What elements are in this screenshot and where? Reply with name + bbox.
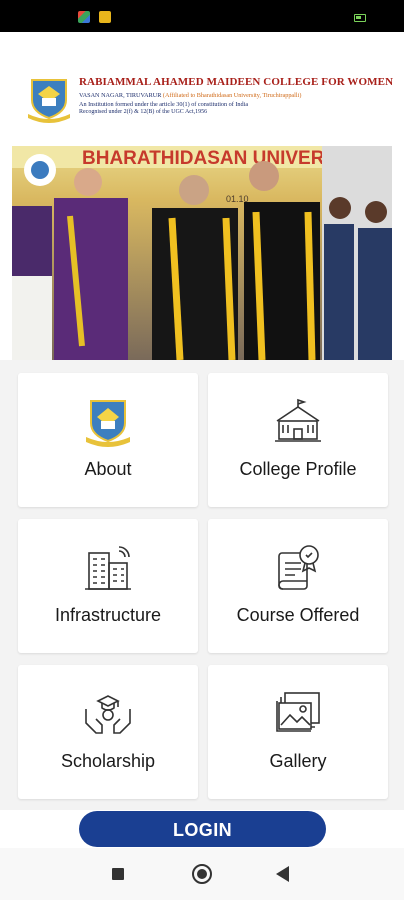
app-notification-icon-2 xyxy=(99,11,111,23)
system-nav-bar xyxy=(0,848,404,900)
status-bar xyxy=(0,0,404,32)
college-logo-icon xyxy=(28,79,70,123)
recents-icon[interactable] xyxy=(112,868,124,880)
address-text: VASAN NAGAR, TIRUVARUR xyxy=(79,92,162,99)
convocation-photo: BHARATHIDASAN UNIVERSITY, T 01.10 xyxy=(12,146,392,360)
college-logo-icon xyxy=(86,400,130,447)
tile-gallery[interactable]: Gallery xyxy=(208,665,388,799)
institution-note: An Institution formed under the article … xyxy=(79,101,249,108)
tile-college-profile[interactable]: College Profile xyxy=(208,373,388,507)
tile-label-infrastructure: Infrastructure xyxy=(54,605,162,625)
tile-course-offered[interactable]: Course Offered xyxy=(208,519,388,653)
home-icon[interactable] xyxy=(192,864,212,884)
college-building-icon xyxy=(275,398,321,442)
tile-about[interactable]: About xyxy=(18,373,198,507)
tile-label-scholarship: Scholarship xyxy=(60,751,156,771)
scholarship-icon xyxy=(85,695,131,734)
tile-label-about: About xyxy=(84,459,132,479)
app-notification-icon xyxy=(78,11,90,23)
tile-label-gallery: Gallery xyxy=(269,751,327,771)
battery-icon xyxy=(354,14,366,22)
back-icon[interactable] xyxy=(276,866,289,882)
tile-label-college-profile: College Profile xyxy=(239,459,357,479)
login-button[interactable]: LOGIN xyxy=(79,811,326,847)
college-name: RABIAMMAL AHAMED MAIDEEN COLLEGE FOR WOM… xyxy=(79,76,394,88)
college-address: VASAN NAGAR, TIRUVARUR (Affiliated to Bh… xyxy=(79,92,301,99)
gallery-icon xyxy=(276,692,320,732)
tile-infrastructure[interactable]: Infrastructure xyxy=(18,519,198,653)
tile-label-course-offered: Course Offered xyxy=(236,605,360,625)
hero-banner-image[interactable]: BHARATHIDASAN UNIVERSITY, T 01.10 xyxy=(12,146,392,360)
recognition-note: Recognised under 2(f) & 12(B) of the UGC… xyxy=(79,109,208,115)
tile-scholarship[interactable]: Scholarship xyxy=(18,665,198,799)
college-header: RABIAMMAL AHAMED MAIDEEN COLLEGE FOR WOM… xyxy=(0,32,404,144)
menu-grid: About College Profile Infrastructure Cou… xyxy=(0,360,404,810)
building-icon xyxy=(85,546,131,590)
affiliation-text: (Affiliated to Bharathidasan University,… xyxy=(162,92,302,99)
certificate-icon xyxy=(278,545,319,590)
